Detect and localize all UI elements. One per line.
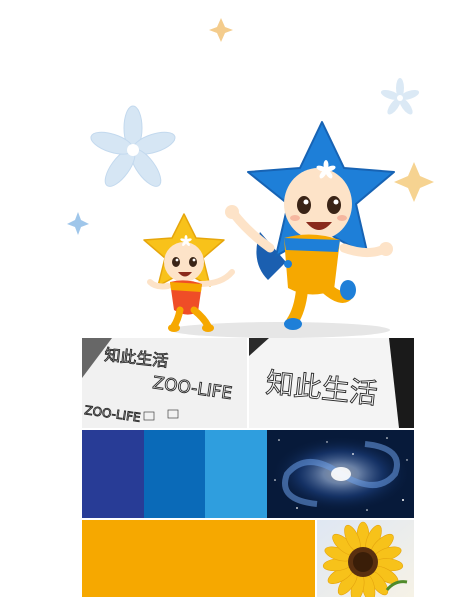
sketch-photo-right: 知此生活 bbox=[249, 338, 414, 428]
color-swatch-orange bbox=[82, 520, 315, 597]
mascot-illustration bbox=[67, 18, 434, 338]
color-swatch-sky bbox=[205, 430, 267, 518]
yellow-star-mascot bbox=[143, 213, 235, 332]
sunflower-photo bbox=[317, 520, 414, 597]
blue-star-mascot bbox=[225, 121, 395, 330]
color-swatch-blue bbox=[144, 430, 205, 518]
sparkle-icon bbox=[394, 162, 434, 202]
color-swatch-navy bbox=[82, 430, 144, 518]
flower-outline-icon bbox=[90, 105, 176, 187]
sparkle-icon bbox=[67, 212, 89, 235]
sketch-photo-left: 知此生活 ZOO-LIFE ZOO-LIFE bbox=[82, 338, 247, 428]
galaxy-photo bbox=[267, 430, 414, 518]
small-flower-icon bbox=[380, 78, 420, 115]
sparkle-icon bbox=[209, 18, 233, 42]
